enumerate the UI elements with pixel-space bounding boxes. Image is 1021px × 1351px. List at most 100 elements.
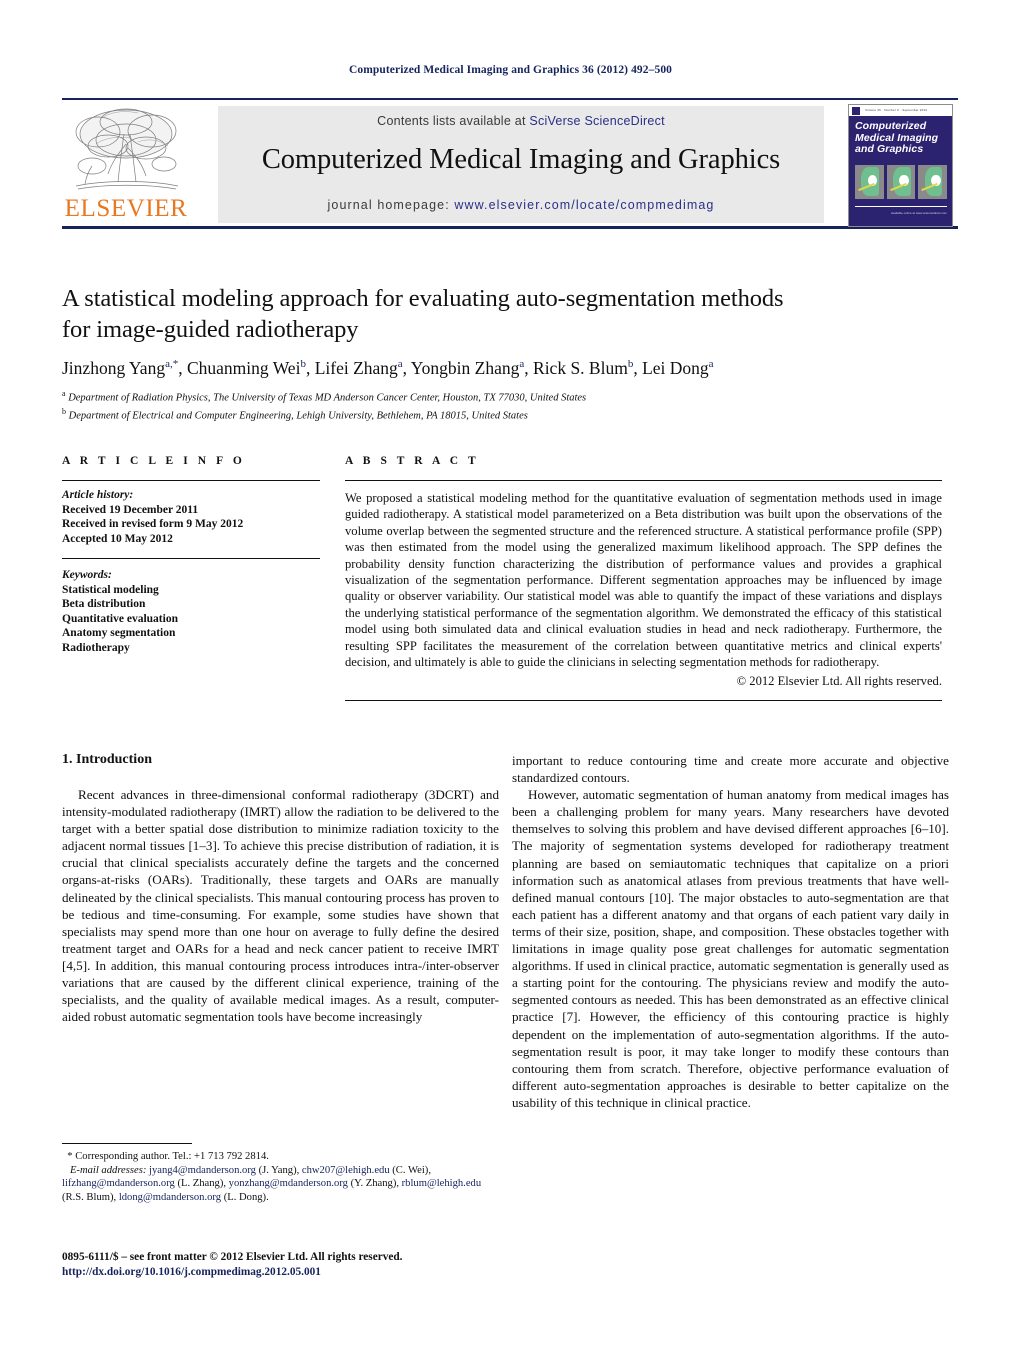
abstract-heading: A B S T R A C T	[345, 455, 480, 467]
corresponding-marker[interactable]: *	[173, 358, 179, 370]
cover-thumb-2	[886, 165, 916, 199]
masthead-bottom-rule	[62, 226, 958, 229]
email-addresses-note: E-mail addresses: jyang4@mdanderson.org …	[62, 1164, 482, 1203]
contents-line: Contents lists available at SciVerse Sci…	[218, 114, 824, 128]
article-history-received: Received 19 December 2011	[62, 503, 199, 516]
paragraph: However, automatic segmentation of human…	[512, 787, 949, 1110]
cover-title: Computerized Medical Imaging and Graphic…	[855, 120, 947, 156]
email-link[interactable]: chw207@lehigh.edu	[302, 1165, 390, 1176]
author-1-name: Jinzhong Yang	[62, 357, 166, 378]
email-owner: (C. Wei)	[392, 1164, 429, 1176]
article-info-heading: A R T I C L E I N F O	[62, 455, 246, 467]
keyword-item: Anatomy segmentation	[62, 627, 176, 639]
section-heading-introduction: 1. Introduction	[62, 752, 152, 767]
abstract-rule-bottom	[345, 699, 942, 701]
paragraph: important to reduce contouring time and …	[512, 753, 949, 786]
author-6: Lei Donga	[642, 358, 713, 378]
title-line-2: for image-guided radiotherapy	[62, 316, 359, 343]
homepage-url-link[interactable]: www.elsevier.com/locate/compmedimag	[454, 198, 714, 212]
cover-title-line3: and Graphics	[855, 143, 924, 155]
homepage-line: journal homepage: www.elsevier.com/locat…	[218, 198, 824, 212]
homepage-label: journal homepage:	[327, 198, 455, 212]
issn-block: 0895-6111/$ – see front matter © 2012 El…	[62, 1250, 499, 1280]
author-2: Chuanming Weib	[187, 358, 306, 378]
author-3: Lifei Zhanga	[315, 358, 403, 378]
running-head: Computerized Medical Imaging and Graphic…	[348, 64, 673, 76]
affiliation-list: a Department of Radiation Physics, The U…	[62, 387, 942, 423]
abstract-rule-top	[345, 480, 942, 481]
abstract-block: A B S T R A C T We proposed a statistica…	[345, 455, 942, 701]
article-history-label: Article history:	[62, 489, 134, 501]
article-history-accepted: Accepted 10 May 2012	[62, 532, 173, 545]
author-2-affil-marker: b	[300, 358, 306, 370]
cover-masthead-text: Volume 36 · Number 6 · September 2012	[865, 108, 928, 112]
author-2-name: Chuanming Wei	[186, 357, 301, 378]
email-link[interactable]: jyang4@mdanderson.org	[149, 1165, 256, 1176]
email-owner: (L. Dong)	[223, 1191, 267, 1203]
affiliation-b-marker: b	[62, 407, 66, 416]
email-link[interactable]: rblum@lehigh.edu	[402, 1178, 481, 1189]
author-4-affil-marker: a	[519, 358, 525, 370]
cover-logo-mark	[852, 107, 860, 115]
author-1: Jinzhong Yanga,*	[62, 358, 178, 378]
affiliation-b-text: Department of Electrical and Computer En…	[68, 410, 528, 422]
email-owner: (L. Zhang)	[177, 1178, 224, 1190]
abstract-text: We proposed a statistical modeling metho…	[345, 491, 942, 670]
body-column-right: important to reduce contouring time and …	[512, 752, 949, 1111]
title-line-1: A statistical modeling approach for eval…	[62, 285, 784, 312]
affiliation-b: b Department of Electrical and Computer …	[62, 405, 942, 423]
issn-front-matter: 0895-6111/$ – see front matter © 2012 El…	[62, 1251, 403, 1263]
article-history-revised: Received in revised form 9 May 2012	[62, 518, 244, 530]
journal-title: Computerized Medical Imaging and Graphic…	[261, 144, 781, 175]
journal-cover-thumbnail: Volume 36 · Number 6 · September 2012 Co…	[848, 104, 953, 227]
sciencedirect-link[interactable]: SciVerse ScienceDirect	[529, 114, 664, 128]
keyword-item: Quantitative evaluation	[62, 612, 178, 625]
cover-image-strip	[855, 165, 948, 199]
contents-prefix: Contents lists available at	[377, 114, 530, 128]
corresponding-author-note: * Corresponding author. Tel.: +1 713 792…	[62, 1150, 499, 1164]
paper-page: Computerized Medical Imaging and Graphic…	[0, 0, 1021, 1351]
author-4: Yongbin Zhanga	[411, 358, 524, 378]
author-5-name: Rick S. Blum	[533, 357, 628, 378]
author-5: Rick S. Blumb	[533, 358, 633, 378]
keyword-item: Radiotherapy	[62, 641, 130, 654]
email-link[interactable]: ldong@mdanderson.org	[119, 1192, 221, 1203]
author-6-name: Lei Dong	[642, 357, 709, 378]
author-6-affil-marker: a	[708, 358, 714, 370]
cover-thumb-1	[855, 165, 884, 199]
page-title: A statistical modeling approach for eval…	[62, 283, 942, 345]
abstract-copyright: © 2012 Elsevier Ltd. All rights reserved…	[736, 674, 942, 689]
elsevier-logo: ELSEVIER	[62, 104, 190, 224]
author-list: Jinzhong Yanga,*, Chuanming Weib, Lifei …	[62, 357, 714, 378]
author-5-affil-marker: b	[627, 358, 634, 370]
elsevier-wordmark: ELSEVIER	[64, 195, 188, 222]
corresponding-author-text: * Corresponding author. Tel.: +1 713 792…	[67, 1151, 269, 1162]
keyword-item: Beta distribution	[62, 598, 146, 610]
email-link[interactable]: lifzhang@mdanderson.org	[62, 1178, 175, 1189]
email-owner: (J. Yang)	[258, 1164, 297, 1176]
author-3-affil-marker: a	[397, 358, 403, 370]
affiliation-a: a Department of Radiation Physics, The U…	[62, 387, 942, 405]
masthead-top-rule	[62, 98, 958, 100]
affiliation-a-text: Department of Radiation Physics, The Uni…	[68, 392, 587, 404]
paragraph: Recent advances in three-dimensional con…	[62, 787, 499, 1025]
article-info-block: A R T I C L E I N F O Article history: R…	[62, 455, 320, 655]
body-column-left: 1. Introduction Recent advances in three…	[62, 752, 499, 1025]
author-1-affil-marker: a,	[165, 358, 173, 370]
affiliation-a-marker: a	[62, 389, 66, 398]
article-info-rule-mid	[62, 558, 320, 559]
email-link[interactable]: yonzhang@mdanderson.org	[229, 1178, 348, 1189]
elsevier-tree-icon	[75, 108, 179, 190]
journal-masthead: ELSEVIER Contents lists available at Sci…	[62, 98, 958, 229]
email-owner: (R.S. Blum)	[62, 1191, 114, 1203]
doi-link[interactable]: http://dx.doi.org/10.1016/j.compmedimag.…	[62, 1265, 499, 1280]
author-4-name: Yongbin Zhang	[410, 357, 520, 378]
cover-thumb-3	[918, 165, 948, 199]
email-addresses-label: E-mail addresses:	[69, 1164, 147, 1176]
author-3-name: Lifei Zhang	[314, 357, 398, 378]
keywords-label: Keywords:	[62, 569, 112, 581]
masthead-band: Contents lists available at SciVerse Sci…	[218, 106, 824, 223]
keyword-item: Statistical modeling	[62, 583, 159, 596]
cover-title-line1: Computerized	[855, 120, 927, 132]
cover-footer-text: available online at www.sciencedirect.co…	[890, 211, 947, 215]
